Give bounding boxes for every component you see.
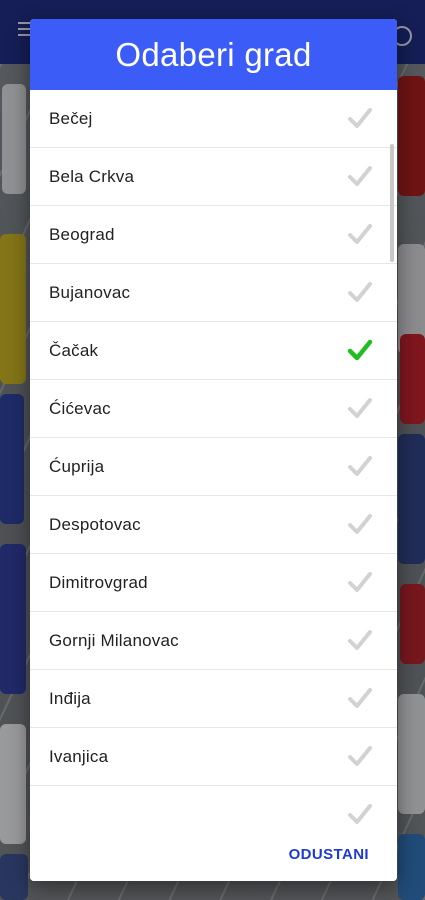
check-icon — [348, 688, 372, 708]
dialog-header: Odaberi grad — [30, 19, 397, 90]
check-icon — [348, 804, 372, 824]
city-list-item[interactable]: Čačak — [30, 322, 397, 380]
check-icon — [348, 456, 372, 476]
city-name-label: Ivanjica — [49, 746, 109, 766]
city-list-item[interactable]: Bela Crkva — [30, 148, 397, 206]
list-scrollbar[interactable] — [390, 144, 394, 262]
check-icon — [348, 630, 372, 650]
city-list-item[interactable]: Bujanovac — [30, 264, 397, 322]
city-list-item[interactable]: Ivanjica — [30, 728, 397, 786]
city-name-label: Inđija — [49, 688, 91, 708]
city-name-label: Gornji Milanovac — [49, 630, 179, 650]
check-icon — [348, 514, 372, 534]
city-name-label: Ćuprija — [49, 456, 105, 476]
city-name-label: Dimitrovgrad — [49, 572, 148, 592]
city-list-item[interactable]: Inđija — [30, 670, 397, 728]
city-name-label: Beograd — [49, 224, 115, 244]
city-list-item[interactable]: Beograd — [30, 206, 397, 264]
selected-check-icon — [347, 339, 373, 361]
check-icon — [348, 224, 372, 244]
city-list-item[interactable]: Despotovac — [30, 496, 397, 554]
city-name-label: Bečej — [49, 108, 93, 128]
city-list-item[interactable] — [30, 786, 397, 827]
dialog-title: Odaberi grad — [115, 35, 312, 73]
city-list-item[interactable]: Dimitrovgrad — [30, 554, 397, 612]
check-icon — [348, 398, 372, 418]
dialog-footer: ODUSTANI — [30, 827, 397, 881]
city-name-label: Bela Crkva — [49, 166, 135, 186]
check-icon — [348, 746, 372, 766]
cancel-button[interactable]: ODUSTANI — [289, 837, 369, 871]
city-list[interactable]: Bečej Bela Crkva Beograd Bujanovac Čačak Ćiće… — [30, 90, 397, 827]
city-list-item[interactable]: Ćićevac — [30, 380, 397, 438]
city-name-label: Ćićevac — [49, 398, 111, 418]
check-icon — [348, 572, 372, 592]
check-icon — [348, 282, 372, 302]
city-list-item[interactable]: Bečej — [30, 90, 397, 148]
city-name-label: Despotovac — [49, 514, 141, 534]
check-icon — [348, 166, 372, 186]
city-name-label: Bujanovac — [49, 282, 131, 302]
city-picker-dialog: Odaberi grad Bečej Bela Crkva Beograd Bujan… — [30, 19, 397, 881]
check-icon — [348, 108, 372, 128]
city-list-item[interactable]: Ćuprija — [30, 438, 397, 496]
city-list-item[interactable]: Gornji Milanovac — [30, 612, 397, 670]
city-name-label: Čačak — [49, 340, 99, 360]
